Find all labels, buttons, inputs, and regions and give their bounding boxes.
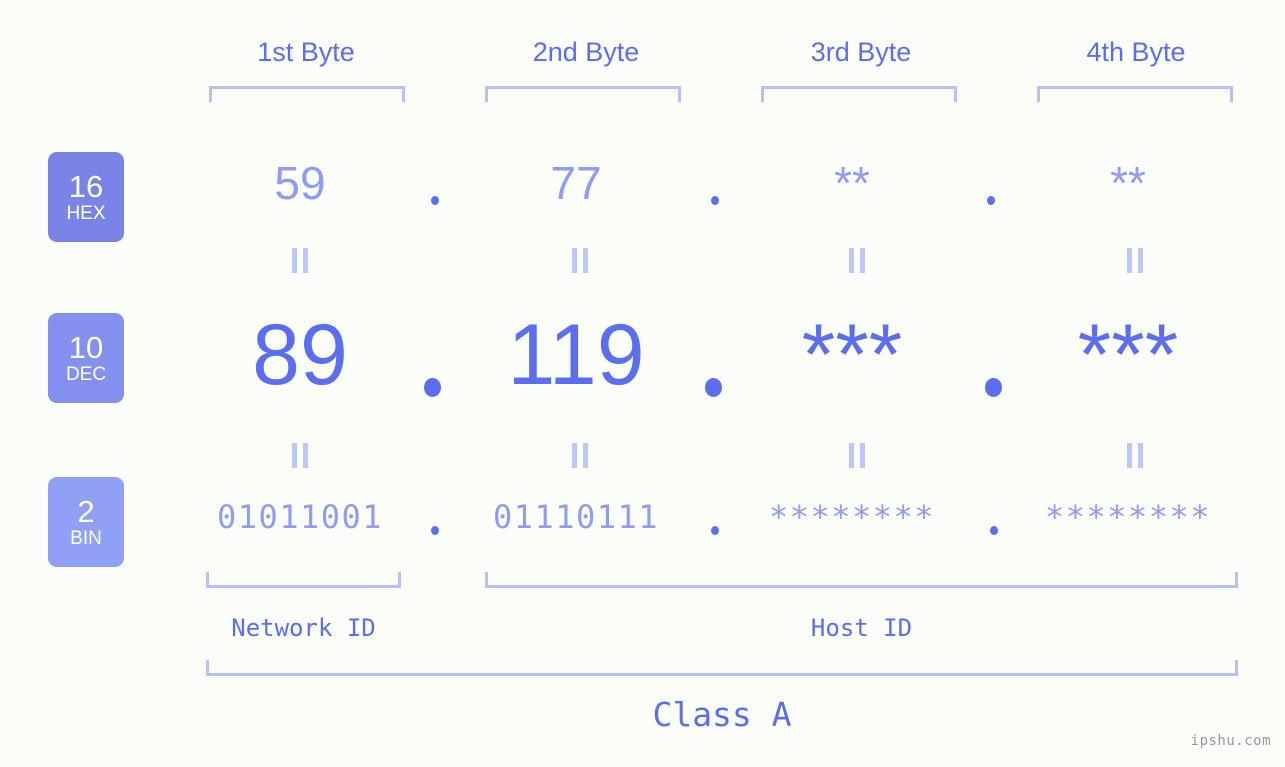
- hex-byte-4: **: [1110, 157, 1146, 209]
- equal-mark-hex-dec-1: [292, 248, 309, 273]
- equal-mark-dec-bin-1: [292, 443, 309, 468]
- hex-byte-3: **: [834, 157, 870, 209]
- bin-dot-3: [990, 526, 998, 535]
- hex-dot-1: [431, 196, 439, 205]
- hex-byte-2: 77: [550, 157, 602, 209]
- dec-byte-2: 119: [507, 307, 645, 403]
- byte-bracket-3: [761, 86, 957, 102]
- bin-byte-4: ********: [1044, 498, 1212, 536]
- radix-badge-bin-number: 2: [77, 494, 95, 529]
- equal-mark-dec-bin-3: [849, 443, 866, 468]
- site-watermark: ipshu.com: [1190, 733, 1271, 749]
- dec-dot-3: [985, 378, 1002, 397]
- byte-bracket-2: [485, 86, 681, 102]
- hex-dot-3: [987, 196, 995, 205]
- hex-dot-2: [711, 196, 719, 205]
- equal-mark-hex-dec-3: [849, 248, 866, 273]
- dec-dot-2: [705, 378, 722, 397]
- bin-byte-3: ********: [768, 498, 936, 536]
- network-id-label: Network ID: [231, 614, 376, 642]
- dec-byte-4: ***: [1077, 307, 1179, 403]
- radix-badge-bin-abbr: BIN: [70, 528, 102, 549]
- host-id-bracket: [485, 572, 1238, 588]
- dec-byte-3: ***: [801, 307, 903, 403]
- class-label: Class A: [652, 695, 792, 734]
- bin-byte-1: 01011001: [216, 498, 384, 536]
- equal-mark-dec-bin-2: [572, 443, 589, 468]
- hex-byte-1: 59: [274, 157, 326, 209]
- equal-mark-hex-dec-4: [1127, 248, 1144, 273]
- radix-badge-hex-number: 16: [68, 169, 104, 204]
- byte-header-4: 4th Byte: [1086, 37, 1186, 67]
- network-id-bracket: [206, 572, 401, 588]
- equal-mark-hex-dec-2: [572, 248, 589, 273]
- ip-address-breakdown-diagram: 1st Byte 2nd Byte 3rd Byte 4th Byte 16 H…: [0, 0, 1285, 767]
- radix-badge-hex-abbr: HEX: [66, 203, 106, 224]
- byte-header-3: 3rd Byte: [810, 37, 912, 67]
- dec-dot-1: [424, 378, 441, 397]
- class-bracket: [206, 660, 1238, 676]
- dec-byte-1: 89: [252, 307, 348, 403]
- byte-header-1: 1st Byte: [257, 37, 355, 67]
- byte-bracket-1: [209, 86, 405, 102]
- equal-mark-dec-bin-4: [1127, 443, 1144, 468]
- radix-badge-dec-abbr: DEC: [65, 364, 107, 385]
- radix-badge-hex: 16 HEX: [48, 152, 124, 242]
- bin-byte-2: 01110111: [492, 498, 660, 536]
- bin-dot-1: [431, 526, 439, 535]
- byte-header-2: 2nd Byte: [532, 37, 640, 67]
- byte-bracket-4: [1037, 86, 1233, 102]
- radix-badge-dec-number: 10: [68, 330, 104, 365]
- bin-dot-2: [711, 526, 719, 535]
- radix-badge-bin: 2 BIN: [48, 477, 124, 567]
- host-id-label: Host ID: [810, 614, 913, 642]
- radix-badge-dec: 10 DEC: [48, 313, 124, 403]
